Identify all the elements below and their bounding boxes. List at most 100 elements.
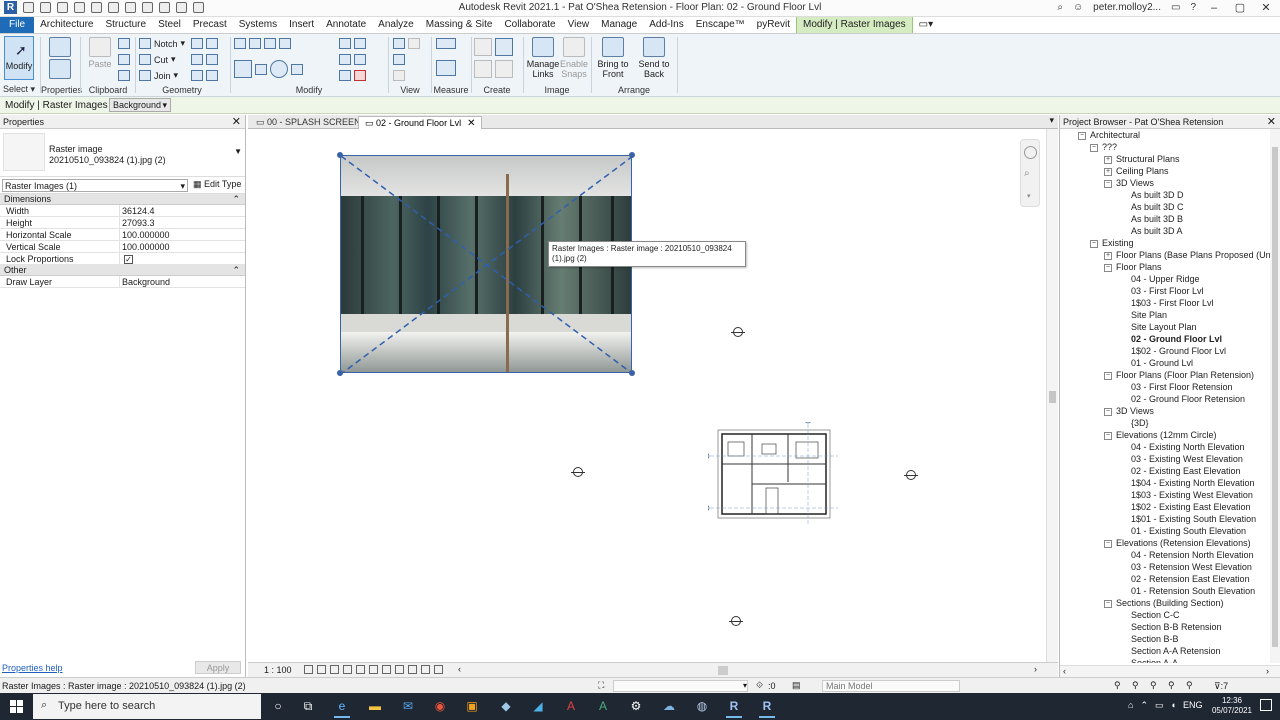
tab-massing-site[interactable]: Massing & Site	[420, 17, 499, 33]
property-row[interactable]: Lock Proportions ✓	[0, 253, 245, 265]
checkbox[interactable]: ✓	[124, 255, 133, 265]
expand-icon[interactable]: +	[1104, 167, 1112, 176]
people-icon[interactable]: ⌂	[1128, 700, 1133, 711]
app-icon[interactable]: ◢	[528, 697, 548, 715]
cart-icon[interactable]: ▭	[1171, 2, 1180, 13]
select-by-face-icon[interactable]: ⚲	[1168, 680, 1175, 691]
browser-item[interactable]: + Structural Plans	[1104, 153, 1180, 165]
browser-item[interactable]: − Floor Plans (Floor Plan Retension)	[1104, 369, 1254, 381]
collapse-icon[interactable]: −	[1104, 263, 1112, 272]
notifications-icon[interactable]	[1260, 699, 1272, 711]
settings-gear-icon[interactable]: ⚙	[626, 697, 646, 715]
instance-filter-select[interactable]: Raster Images (1) ▾	[2, 179, 188, 192]
measure-between-button[interactable]	[436, 38, 456, 49]
taskbar-search-box[interactable]: ⌕ Type here to search	[33, 694, 261, 719]
reveal-hidden-icon[interactable]	[395, 665, 404, 674]
cortana-icon[interactable]: ○	[268, 697, 288, 715]
browser-item[interactable]: 04 - Existing North Elevation	[1131, 441, 1245, 453]
elevation-marker[interactable]	[729, 616, 743, 626]
browser-item[interactable]: − Existing	[1090, 237, 1134, 249]
property-value[interactable]: ✓	[119, 253, 237, 265]
modify-button[interactable]: ➚ Modify	[4, 36, 34, 80]
collapse-icon[interactable]: −	[1104, 599, 1112, 608]
array-button[interactable]	[339, 54, 366, 65]
tab-insert[interactable]: Insert	[283, 17, 320, 33]
volume-icon[interactable]: ◖	[1171, 700, 1176, 711]
collapse-icon[interactable]: −	[1090, 239, 1098, 248]
elevation-marker[interactable]	[571, 467, 585, 477]
floor-plan-drawing[interactable]	[708, 422, 838, 526]
tab-precast[interactable]: Precast	[187, 17, 233, 33]
expand-icon[interactable]: +	[1104, 155, 1112, 164]
select-pinned-icon[interactable]: ⚲	[1150, 680, 1157, 691]
browser-item[interactable]: 03 - Existing West Elevation	[1131, 453, 1243, 465]
collapse-icon[interactable]: −	[1090, 143, 1098, 152]
horizontal-scroll-thumb[interactable]	[718, 666, 728, 675]
edit-type-button[interactable]: ▦ Edit Type	[193, 179, 241, 190]
hide-in-view-button[interactable]	[393, 38, 420, 49]
ribbon-display-options-icon[interactable]: ▭▾	[913, 17, 939, 33]
analysis-display-icon[interactable]	[421, 665, 430, 674]
notch-button[interactable]: Notch ▾	[139, 38, 185, 49]
create-part-button[interactable]	[474, 38, 513, 56]
revit-taskbar-icon[interactable]: R	[757, 697, 777, 718]
file-explorer-icon[interactable]: ▬	[365, 697, 385, 715]
browser-item[interactable]: Section A-A	[1131, 657, 1178, 663]
tab-collaborate[interactable]: Collaborate	[498, 17, 561, 33]
chevron-down-icon[interactable]: ▼	[234, 147, 242, 156]
scroll-thumb[interactable]	[1272, 147, 1278, 647]
tab-manage[interactable]: Manage	[595, 17, 643, 33]
browser-item[interactable]: 1$03 - Existing West Elevation	[1131, 489, 1253, 501]
browser-item[interactable]: Site Layout Plan	[1131, 321, 1197, 333]
select-links-icon[interactable]: ⚲	[1114, 680, 1121, 691]
tab-pyrevit[interactable]: pyRevit	[751, 17, 796, 33]
browser-item[interactable]: 03 - First Floor Retension	[1131, 381, 1233, 393]
browser-item[interactable]: 02 - Existing East Elevation	[1131, 465, 1241, 477]
close-icon[interactable]: ✕	[1267, 115, 1276, 128]
resize-grip[interactable]	[629, 152, 635, 158]
browser-item[interactable]: 03 - First Floor Lvl	[1131, 285, 1204, 297]
detail-level-icon[interactable]	[304, 665, 313, 674]
app-icon[interactable]: ◍	[692, 697, 712, 715]
autocad-icon[interactable]: A	[561, 697, 581, 715]
select-underlay-icon[interactable]: ⚲	[1132, 680, 1139, 691]
maximize-button[interactable]: ▢	[1232, 1, 1248, 14]
canvas-vertical-scrollbar[interactable]	[1046, 129, 1058, 662]
temp-view-properties-icon[interactable]	[408, 665, 417, 674]
browser-item[interactable]: 03 - Retension West Elevation	[1131, 561, 1252, 573]
user-name[interactable]: peter.molloy2...	[1093, 2, 1161, 13]
resize-grip[interactable]	[629, 370, 635, 376]
user-icon[interactable]: ☺	[1073, 2, 1083, 13]
browser-item[interactable]: Section C-C	[1131, 609, 1180, 621]
select-dropdown[interactable]: Select ▾	[0, 84, 38, 95]
app-icon[interactable]: ☁	[659, 697, 679, 715]
view-tool-button[interactable]	[393, 70, 405, 81]
chrome-icon[interactable]: ◉	[430, 697, 450, 715]
chevron-down-icon[interactable]: ▾	[1027, 192, 1031, 200]
draw-layer-select[interactable]: Background ▾	[109, 98, 171, 112]
join-button[interactable]: Join ▾	[139, 70, 178, 81]
geometry-tool-1[interactable]	[191, 38, 218, 49]
tab-analyze[interactable]: Analyze	[372, 17, 420, 33]
browser-item[interactable]: −3D Views	[1104, 177, 1154, 189]
browser-item[interactable]: − Architectural	[1078, 129, 1140, 141]
collapse-icon[interactable]: −	[1104, 179, 1112, 188]
browser-item[interactable]: 02 - Ground Floor Lvl	[1131, 333, 1222, 345]
scroll-left-icon[interactable]: ‹	[458, 664, 461, 674]
crop-view-icon[interactable]	[356, 665, 365, 674]
section-dimensions[interactable]: Dimensions ⌃	[0, 194, 245, 205]
sun-path-icon[interactable]	[330, 665, 339, 674]
properties-help-link[interactable]: Properties help	[2, 663, 63, 673]
split-button[interactable]	[339, 38, 366, 49]
browser-item[interactable]: As built 3D C	[1131, 201, 1184, 213]
design-option-select[interactable]: Main Model	[822, 680, 960, 692]
close-icon[interactable]: ✕	[467, 118, 475, 129]
scroll-right-icon[interactable]: ›	[1266, 666, 1269, 676]
worksets-icon[interactable]: ⛶	[598, 680, 604, 691]
type-properties-button[interactable]	[41, 37, 79, 59]
browser-vertical-scrollbar[interactable]	[1270, 129, 1280, 663]
enable-snaps-button[interactable]: Enable Snaps	[555, 37, 593, 79]
match-type-button[interactable]	[118, 70, 130, 81]
browser-item[interactable]: 02 - Retension East Elevation	[1131, 573, 1250, 585]
property-value[interactable]: 100.000000	[119, 229, 237, 241]
